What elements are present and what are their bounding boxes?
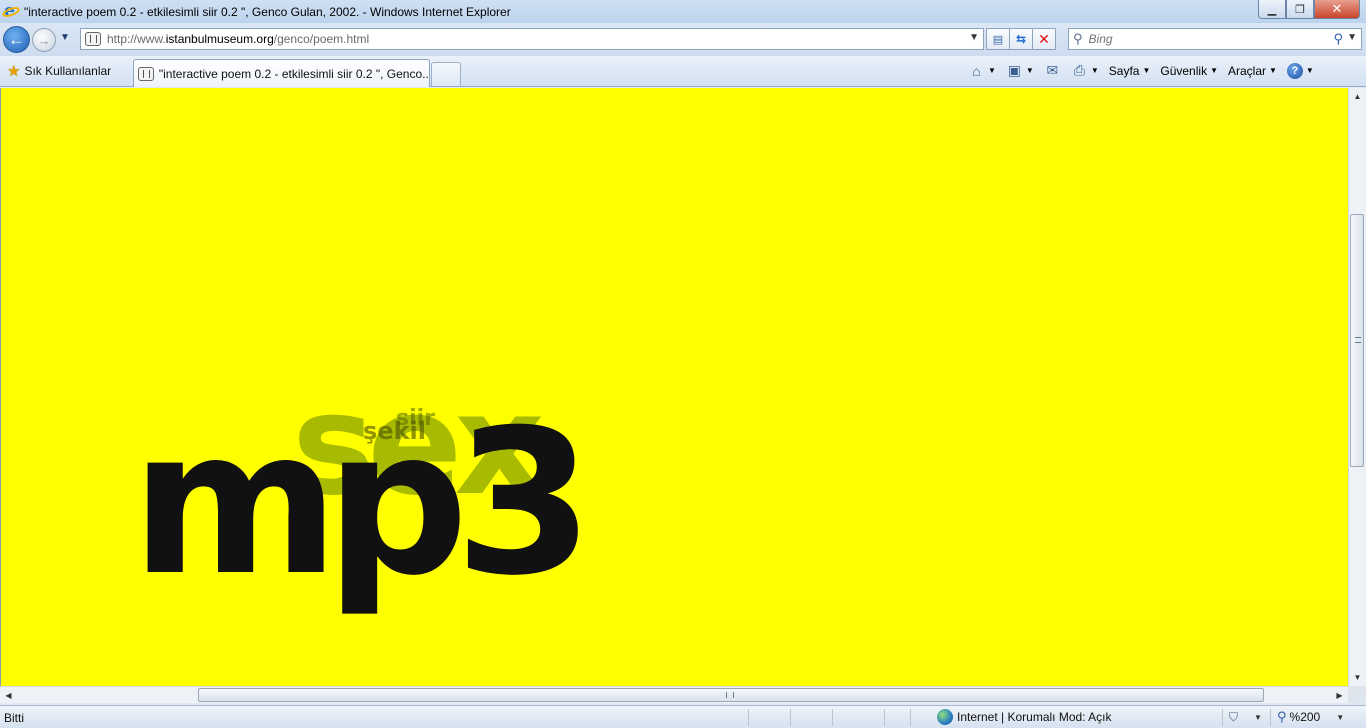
status-divider [748,709,749,726]
grip-icon [726,692,734,698]
page-content[interactable]: sex siir mp3 şekil [0,88,1348,686]
chevron-down-icon[interactable]: ▼ [988,66,996,75]
scroll-right-icon[interactable]: ▶ [1331,687,1348,704]
security-zone[interactable]: Internet | Korumalı Mod: Açık [937,709,1112,725]
title-bar: e "interactive poem 0.2 - etkilesimli si… [0,0,1366,23]
shield-icon: ⛉ [1229,710,1239,724]
safety-menu[interactable]: Güvenlik ▼ [1160,64,1218,78]
vertical-scroll-thumb[interactable] [1350,214,1364,467]
home-icon: ⌂ [972,62,981,79]
grip-icon [1355,337,1361,343]
vertical-scrollbar[interactable]: ▲ ▼ [1348,88,1366,686]
chevron-down-icon: ▼ [1210,66,1218,75]
status-divider [1270,709,1271,726]
mail-button[interactable]: ✉ [1044,62,1061,79]
printer-icon: ⎙ [1073,62,1085,78]
search-provider-icon: ⚲ [1073,31,1083,46]
address-bar[interactable]: http://www.istanbulmuseum.org/genco/poem… [80,28,984,50]
recent-pages-dropdown-icon[interactable]: ▼ [60,32,70,43]
compatibility-view-icon[interactable]: ▤ [986,28,1010,50]
page-menu[interactable]: Sayfa ▼ [1109,64,1151,78]
search-icon[interactable]: ⚲ [1333,31,1343,47]
back-button[interactable]: ← [3,26,30,53]
scroll-down-icon[interactable]: ▼ [1349,669,1366,686]
zoom-level: %200 [1289,710,1321,724]
page-menu-label: Sayfa [1108,63,1140,78]
rss-feed-icon: ▣ [1007,62,1022,78]
chevron-down-icon[interactable]: ▼ [1091,66,1099,75]
tab-bar: ★ Sık Kullanılanlar "interactive poem 0.… [0,56,1366,87]
scroll-up-icon[interactable]: ▲ [1349,88,1366,105]
chevron-down-icon[interactable]: ▼ [1336,713,1344,722]
url-path: /genco/poem.html [273,32,370,46]
window-controls: ▁ ❐ ✕ [1258,0,1360,19]
safety-menu-label: Güvenlik [1160,63,1208,78]
feeds-button[interactable]: ▣ ▼ [1006,62,1034,79]
status-divider [884,709,885,726]
refresh-icon[interactable]: ⇆ [1009,28,1033,50]
navigation-bar: ← → ▼ http://www.istanbulmuseum.org/genc… [0,23,1366,56]
chevron-down-icon: ▼ [1142,66,1151,75]
url-text[interactable]: http://www.istanbulmuseum.org/genco/poem… [107,32,369,46]
page-icon [85,32,101,46]
status-divider [910,709,911,726]
maximize-button[interactable]: ❐ [1286,0,1314,19]
command-bar: ⌂ ▼ ▣ ▼ ✉ ⎙ ▼ Sayfa ▼ Güvenlik ▼ Araçlar ▼ ? ▼ [968,62,1324,79]
url-prefix: http://www. [107,32,166,46]
protected-mode-button[interactable]: ⛉ ▼ [1229,710,1262,725]
tools-menu-label: Araçlar [1227,63,1266,78]
address-tools: ▤ ⇆ ✕ [986,28,1056,50]
star-icon: ★ [7,63,21,80]
zoom-control[interactable]: ⚲ %200 ▼ [1277,709,1344,725]
favorites-button[interactable]: ★ Sık Kullanılanlar [7,62,111,80]
minimize-button[interactable]: ▁ [1258,0,1286,19]
status-bar: Bitti Internet | Korumalı Mod: Açık ⛉ ▼ ⚲… [0,705,1366,728]
address-dropdown-icon[interactable]: ▼ [969,32,979,43]
mail-icon: ✉ [1046,62,1059,78]
horizontal-scroll-thumb[interactable] [198,688,1264,702]
search-box[interactable]: ⚲ ⚲ ▼ [1068,28,1362,50]
zoom-icon: ⚲ [1277,709,1287,724]
stop-icon[interactable]: ✕ [1032,28,1056,50]
page-icon [138,66,154,81]
close-button[interactable]: ✕ [1314,0,1360,19]
forward-button[interactable]: → [32,28,56,52]
home-button[interactable]: ⌂ ▼ [968,62,996,79]
horizontal-scrollbar[interactable]: ◀ ▶ [0,686,1348,703]
help-icon: ? [1286,62,1303,79]
new-tab-button[interactable] [431,62,461,86]
chevron-down-icon[interactable]: ▼ [1026,66,1034,75]
zone-text: Internet | Korumalı Mod: Açık [957,710,1112,724]
print-button[interactable]: ⎙ ▼ [1071,62,1099,79]
poem-word-front: mp3 [131,387,594,620]
status-divider [790,709,791,726]
tools-menu[interactable]: Araçlar ▼ [1228,64,1277,78]
chevron-down-icon: ▼ [1305,66,1314,75]
status-text: Bitti [4,711,25,725]
search-options-dropdown-icon[interactable]: ▼ [1347,32,1357,43]
chevron-down-icon: ▼ [1269,66,1277,75]
search-input[interactable] [1088,32,1309,46]
status-divider [1222,709,1223,726]
poem-word-small-1: şekil [363,417,426,445]
internet-explorer-icon: e [1,1,21,21]
window-title: "interactive poem 0.2 - etkilesimli siir… [24,4,511,19]
favorites-label: Sık Kullanılanlar [24,64,112,78]
status-divider [832,709,833,726]
tab-label: "interactive poem 0.2 - etkilesimli siir… [158,66,429,81]
globe-icon [937,709,953,725]
url-host: istanbulmuseum.org [165,32,274,46]
scrollbar-corner [1348,686,1366,703]
help-menu[interactable]: ? ▼ [1286,62,1314,79]
chevron-down-icon[interactable]: ▼ [1254,713,1262,722]
scroll-left-icon[interactable]: ◀ [0,687,17,704]
tab-active[interactable]: "interactive poem 0.2 - etkilesimli siir… [133,59,430,87]
